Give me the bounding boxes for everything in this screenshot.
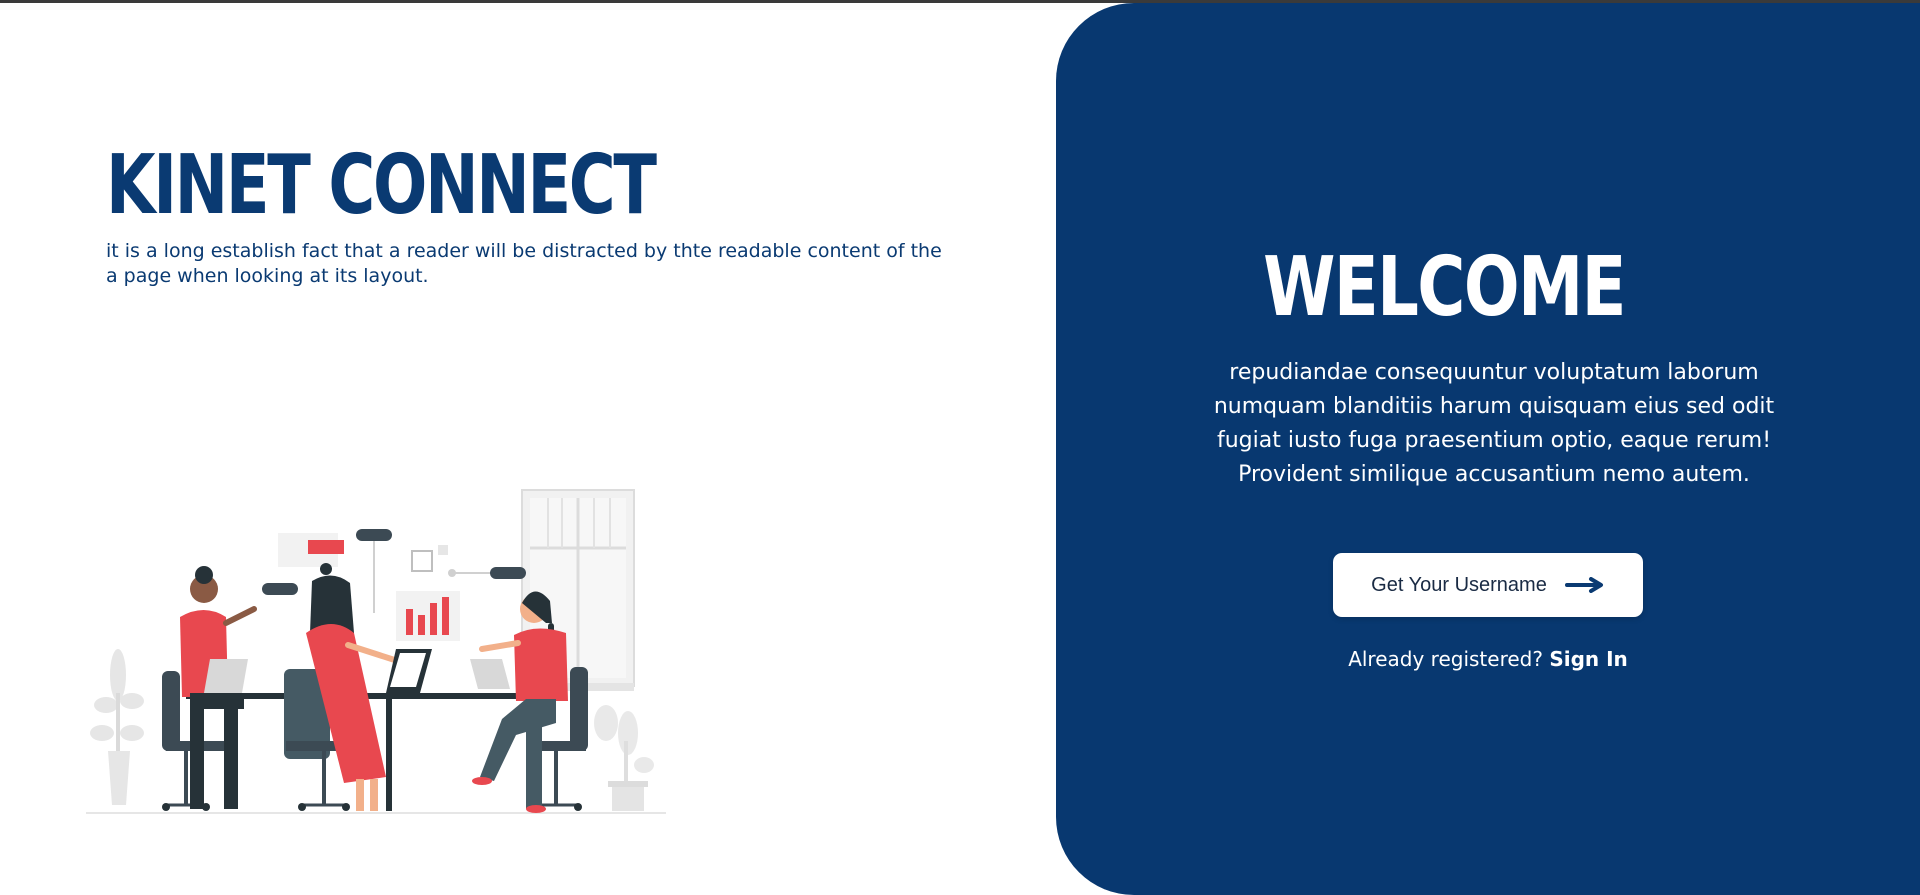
brand-description: it is a long establish fact that a reade… [106,240,942,287]
floating-ui-elements [262,529,526,641]
arrow-right-icon [1564,577,1603,593]
plant-right-icon [594,705,654,811]
signin-row: Already registered? Sign In [1056,647,1920,671]
left-panel: KINET CONNECT it is a long establish fac… [0,3,1056,895]
get-username-button[interactable]: Get Your Username [1333,553,1643,617]
plant-left-icon [90,649,144,805]
welcome-panel: WELCOME repudiandae consequuntur volupta… [1056,3,1920,895]
get-username-label: Get Your Username [1371,573,1547,596]
welcome-text: repudiandae consequuntur voluptatum labo… [1213,360,1775,487]
welcome-title: WELCOME [1263,240,1626,335]
brand-title: KINET CONNECT [106,138,657,233]
person-left-icon [162,566,257,811]
team-meeting-illustration [86,489,666,814]
signin-link[interactable]: Sign In [1549,647,1627,671]
signin-prompt: Already registered? [1348,647,1543,671]
